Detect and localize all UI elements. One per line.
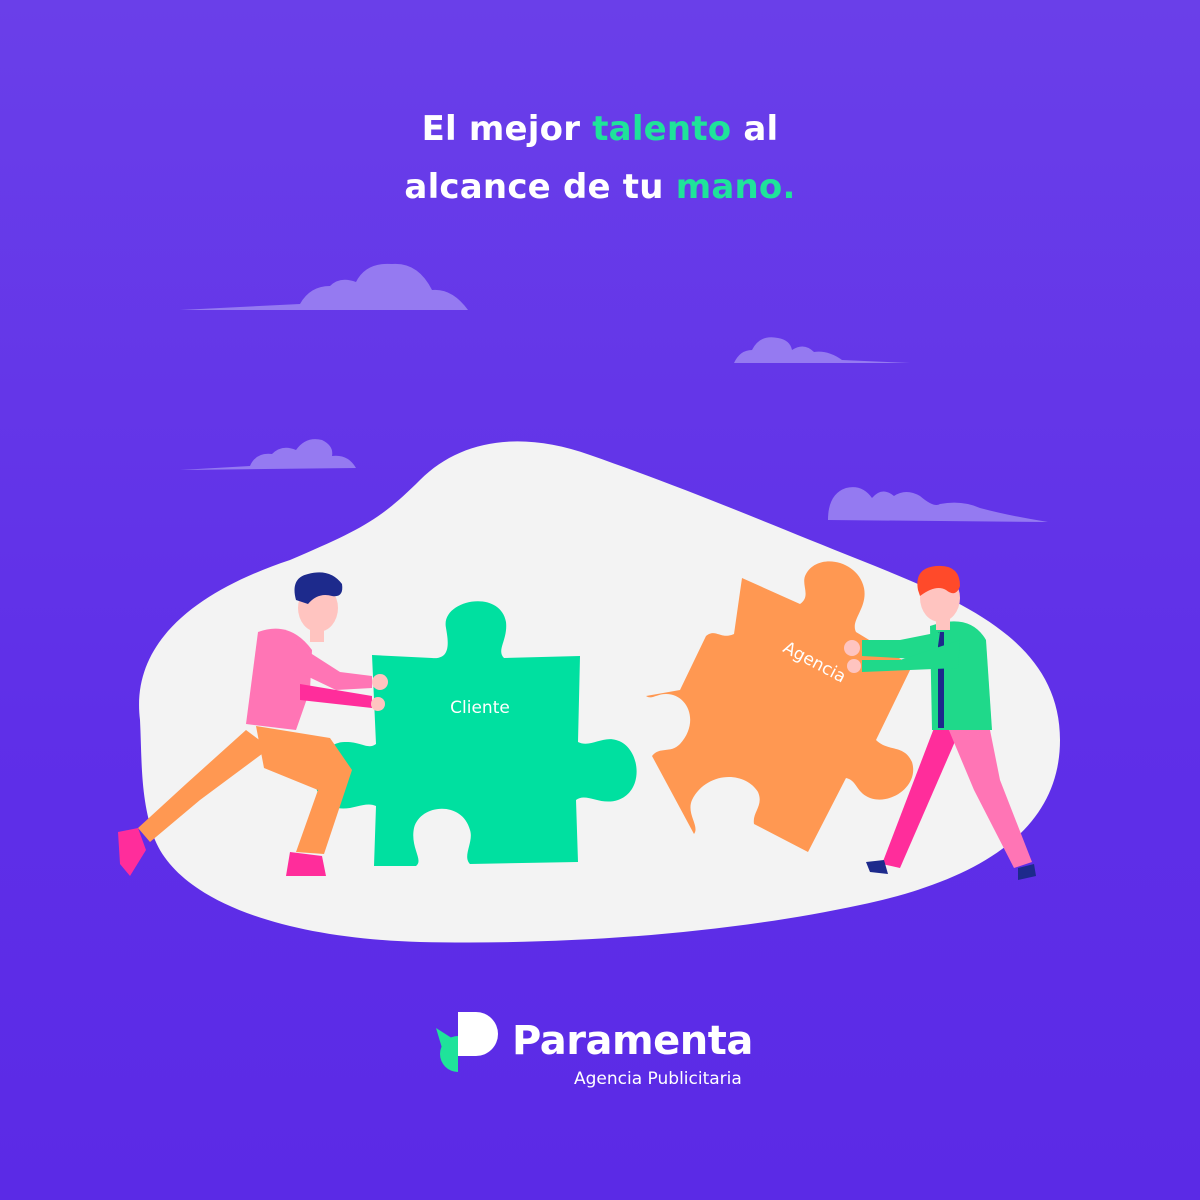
right-person-hand — [844, 640, 860, 656]
left-person-shoe — [118, 828, 146, 876]
left-person-hand — [371, 697, 385, 711]
brand-name: Paramenta — [512, 1018, 753, 1064]
right-person-shoe — [1018, 864, 1036, 880]
cloud-icon — [180, 439, 356, 470]
brand-tagline: Agencia Publicitaria — [574, 1069, 742, 1089]
puzzle-label-cliente: Cliente — [450, 698, 510, 718]
cloud-icon — [734, 337, 910, 363]
brand-logo: Paramenta Agencia Publicitaria — [436, 1010, 776, 1090]
cloud-icon — [828, 487, 1048, 522]
ad-canvas: El mejor talento al alcance de tu mano. … — [0, 0, 1200, 1200]
paramenta-logo-icon — [436, 1012, 498, 1072]
cloud-icon — [180, 263, 468, 310]
left-person-hand — [372, 674, 388, 690]
right-person-hand — [847, 659, 861, 673]
